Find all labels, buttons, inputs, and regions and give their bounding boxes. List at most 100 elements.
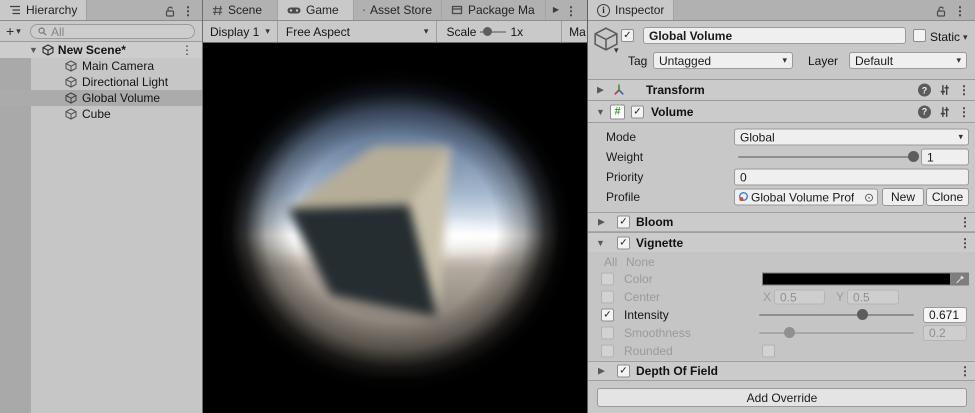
rounded-override-checkbox[interactable]	[601, 345, 614, 358]
scale-slider-handle[interactable]	[483, 27, 492, 36]
foldout-icon[interactable]: ▼	[596, 107, 605, 117]
static-checkbox[interactable]	[913, 29, 926, 42]
layer-dropdown[interactable]: Default▾	[849, 52, 967, 69]
slider-handle[interactable]	[857, 309, 868, 320]
tab-label: Scene	[228, 3, 262, 17]
transform-header[interactable]: ▶ Transform ? ⋮	[588, 79, 975, 101]
tab-label: Game	[306, 3, 339, 17]
display-dropdown[interactable]: Display 1	[210, 25, 259, 39]
override-menu-icon[interactable]: ⋮	[959, 236, 971, 250]
color-override-checkbox[interactable]	[601, 273, 614, 286]
game-viewport[interactable]	[203, 43, 587, 413]
name-field[interactable]: Global Volume	[643, 27, 906, 44]
new-button[interactable]: New	[882, 188, 924, 206]
component-menu-icon[interactable]: ⋮	[958, 83, 970, 97]
slider-handle[interactable]	[908, 151, 919, 162]
volume-enabled-checkbox[interactable]: ✓	[631, 105, 644, 118]
scale-slider[interactable]	[480, 27, 506, 37]
rounded-row: Rounded	[588, 342, 975, 360]
tab-scene[interactable]: Scene	[203, 0, 278, 20]
caret-icon: ▾	[782, 55, 787, 66]
center-y-field[interactable]: 0.5	[847, 290, 899, 305]
foldout-icon[interactable]: ▼	[596, 238, 605, 248]
rounded-value-checkbox[interactable]	[762, 345, 775, 358]
clone-button[interactable]: Clone	[926, 188, 969, 206]
static-caret-icon[interactable]: ▾	[963, 32, 968, 43]
color-swatch[interactable]	[762, 273, 951, 286]
game-menu-icon[interactable]: ⋮	[565, 4, 577, 18]
scene-foldout-icon[interactable]: ▼	[29, 45, 38, 55]
unity-editor-window: Hierarchy ⋮ + ▾ All ▼ New Scene* ⋮ Main …	[0, 0, 975, 413]
dof-enabled-checkbox[interactable]: ✓	[617, 365, 630, 378]
smoothness-slider[interactable]	[759, 324, 914, 342]
foldout-icon[interactable]: ▶	[598, 366, 605, 377]
lock-icon[interactable]	[164, 5, 176, 17]
intensity-slider[interactable]	[759, 306, 914, 324]
scene-row[interactable]: ▼ New Scene* ⋮	[0, 42, 202, 58]
center-override-checkbox[interactable]	[601, 291, 614, 304]
smoothness-override-checkbox[interactable]	[601, 327, 614, 340]
hierarchy-menu-icon[interactable]: ⋮	[182, 4, 194, 18]
volume-profile-icon	[738, 192, 749, 203]
help-icon[interactable]: ?	[918, 84, 931, 97]
hierarchy-item-cube[interactable]: Cube	[0, 106, 202, 122]
all-button[interactable]: All	[604, 255, 617, 269]
create-button[interactable]: +	[6, 23, 14, 39]
intensity-field[interactable]: 0.671	[923, 307, 967, 323]
script-icon: #	[610, 104, 625, 119]
weight-slider[interactable]	[738, 148, 914, 166]
tab-overflow-icon[interactable]: ▶	[553, 6, 559, 14]
tab-asset-store[interactable]: Asset Store	[354, 0, 442, 20]
aspect-dropdown[interactable]: Free Aspect	[286, 25, 350, 39]
intensity-override-checkbox[interactable]: ✓	[601, 309, 614, 322]
weight-field[interactable]: 1	[921, 149, 969, 166]
priority-label: Priority	[606, 170, 643, 184]
profile-object-field[interactable]: Global Volume Prof ⊙	[734, 189, 878, 206]
new-button-label: New	[891, 190, 915, 204]
vignette-header[interactable]: ▼ ✓ Vignette ⋮	[588, 232, 975, 252]
bloom-enabled-checkbox[interactable]: ✓	[617, 216, 630, 229]
add-override-button[interactable]: Add Override	[597, 388, 967, 407]
volume-header[interactable]: ▼ # ✓ Volume ? ⋮	[588, 101, 975, 123]
override-menu-icon[interactable]: ⋮	[959, 364, 971, 378]
center-x-field[interactable]: 0.5	[774, 290, 825, 305]
inspector-menu-icon[interactable]: ⋮	[954, 4, 966, 18]
layer-value: Default	[855, 54, 893, 68]
tab-hierarchy[interactable]: Hierarchy	[0, 0, 87, 20]
slider-track	[759, 314, 914, 316]
maximize-on-play-toggle[interactable]: Ma	[569, 25, 586, 39]
presets-icon[interactable]	[938, 84, 951, 97]
scene-menu-icon[interactable]: ⋮	[181, 43, 193, 57]
hierarchy-item-global-volume[interactable]: Global Volume	[0, 90, 202, 106]
mode-dropdown[interactable]: Global▾	[734, 129, 969, 146]
intensity-label: Intensity	[624, 308, 669, 322]
foldout-icon[interactable]: ▶	[598, 217, 605, 228]
eyedropper-button[interactable]	[951, 273, 969, 286]
foldout-icon[interactable]: ▶	[597, 85, 604, 96]
help-icon[interactable]: ?	[918, 105, 931, 118]
bloom-header[interactable]: ▶ ✓ Bloom ⋮	[588, 212, 975, 232]
display-caret-icon: ▾	[265, 26, 270, 37]
tag-dropdown[interactable]: Untagged▾	[653, 52, 793, 69]
vignette-enabled-checkbox[interactable]: ✓	[617, 236, 630, 249]
component-menu-icon[interactable]: ⋮	[958, 105, 970, 119]
vignette-title: Vignette	[636, 236, 683, 250]
object-picker-icon[interactable]: ⊙	[864, 190, 874, 204]
tab-package-manager[interactable]: Package Ma	[442, 0, 546, 20]
smoothness-field[interactable]: 0.2	[923, 325, 967, 341]
lock-icon[interactable]	[935, 5, 947, 17]
none-button[interactable]: None	[626, 255, 655, 269]
dof-header[interactable]: ▶ ✓ Depth Of Field ⋮	[588, 361, 975, 381]
dof-title: Depth Of Field	[636, 364, 718, 378]
tab-game[interactable]: Game	[278, 0, 354, 20]
tab-inspector[interactable]: i Inspector	[588, 0, 674, 20]
hierarchy-item-directional-light[interactable]: Directional Light	[0, 74, 202, 90]
slider-handle[interactable]	[784, 327, 795, 338]
override-menu-icon[interactable]: ⋮	[959, 215, 971, 229]
priority-field[interactable]: 0	[734, 169, 969, 186]
toolbar-separator	[561, 21, 562, 42]
hierarchy-search-input[interactable]: All	[30, 24, 195, 39]
presets-icon[interactable]	[938, 105, 951, 118]
active-checkbox[interactable]: ✓	[621, 29, 634, 42]
hierarchy-item-main-camera[interactable]: Main Camera	[0, 58, 202, 74]
